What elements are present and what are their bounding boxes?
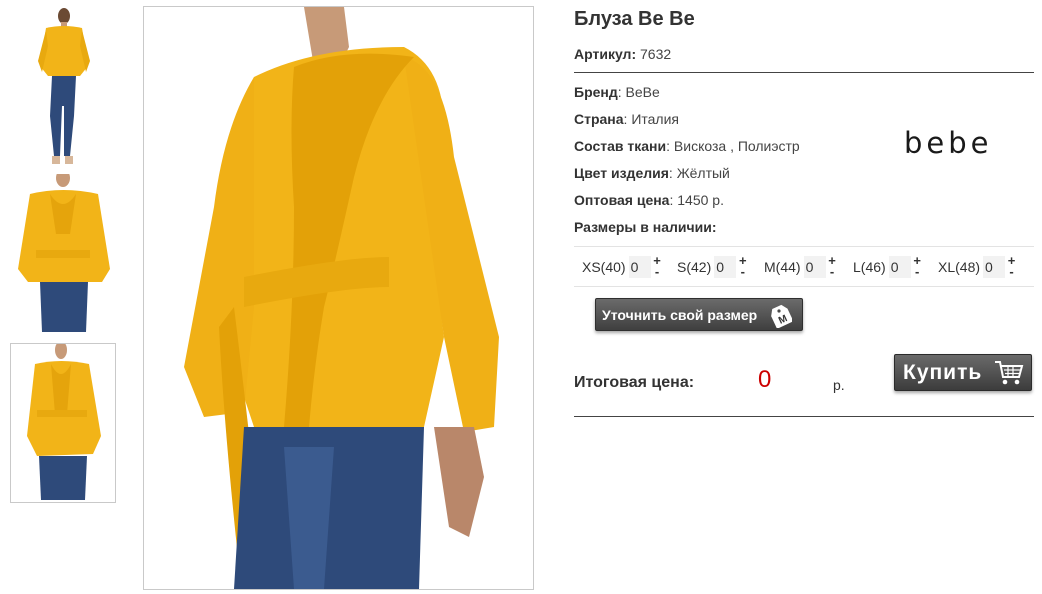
brand-logo: bebe <box>904 126 993 160</box>
size-label: S(42) <box>677 258 712 275</box>
size-m: M(44) +- <box>764 247 837 286</box>
thumbnail-2[interactable] <box>10 174 116 334</box>
fabric-label: Состав ткани <box>574 138 667 154</box>
buy-label: Купить <box>903 360 983 384</box>
shopping-cart-icon <box>994 359 1024 393</box>
sku-label: Артикул: <box>574 46 637 62</box>
total-value: 0 <box>758 366 772 393</box>
price-row: Оптовая цена: 1450 р. <box>574 192 724 208</box>
size-l: L(46) +- <box>853 247 922 286</box>
sku-row: Артикул: 7632 <box>574 46 1034 62</box>
size-label: XL(48) <box>938 258 981 275</box>
size-xs: XS(40) +- <box>582 247 662 286</box>
size-quantity-input[interactable] <box>628 255 651 278</box>
size-tag-icon: M <box>770 304 794 331</box>
size-quantity-input[interactable] <box>888 255 911 278</box>
size-quantity-input[interactable] <box>803 255 826 278</box>
color-label: Цвет изделия <box>574 165 669 181</box>
size-label: XS(40) <box>582 258 626 275</box>
country-value: Италия <box>631 111 680 127</box>
size-s: S(42) +- <box>677 247 747 286</box>
color-row: Цвет изделия: Жёлтый <box>574 165 730 181</box>
size-quantity-input[interactable] <box>983 255 1006 278</box>
total-label: Итоговая цена: <box>574 374 695 391</box>
country-row: Страна: Италия <box>574 111 680 127</box>
product-title: Блуза Be Be <box>574 8 695 30</box>
fabric-value: Вискоза , Полиэстр <box>673 138 800 154</box>
color-value: Жёлтый <box>676 165 730 181</box>
country-label: Страна <box>574 111 624 127</box>
minus-button[interactable]: - <box>1007 265 1016 278</box>
sku-value: 7632 <box>640 46 672 62</box>
price-label: Оптовая цена <box>574 192 670 208</box>
sizes-available-label: Размеры в наличии: <box>574 219 717 235</box>
size-label: M(44) <box>764 258 801 275</box>
minus-button[interactable]: - <box>828 265 837 278</box>
minus-button[interactable]: - <box>738 265 747 278</box>
minus-button[interactable]: - <box>913 265 922 278</box>
brand-label: Бренд <box>574 84 618 100</box>
buy-button[interactable]: Купить <box>894 354 1032 391</box>
brand-row: Бренд: BeBe <box>574 84 660 100</box>
size-xl: XL(48) +- <box>938 247 1016 286</box>
size-guide-button[interactable]: Уточнить свой размер M <box>595 298 803 331</box>
size-guide-label: Уточнить свой размер <box>602 306 758 323</box>
thumbnail-1[interactable] <box>10 6 116 166</box>
price-value: 1450 р. <box>677 192 724 208</box>
size-selector: XS(40) +- S(42) +- M(44) +- L(46) +- XL(… <box>574 246 1034 287</box>
brand-value: BeBe <box>625 84 660 100</box>
divider-top <box>574 72 1034 73</box>
minus-button[interactable]: - <box>653 265 662 278</box>
thumbnail-3-selected[interactable] <box>10 343 116 503</box>
total-currency: р. <box>833 377 845 393</box>
size-quantity-input[interactable] <box>714 255 737 278</box>
divider-bottom <box>574 416 1034 417</box>
main-product-image[interactable] <box>143 6 534 590</box>
size-label: L(46) <box>853 258 886 275</box>
